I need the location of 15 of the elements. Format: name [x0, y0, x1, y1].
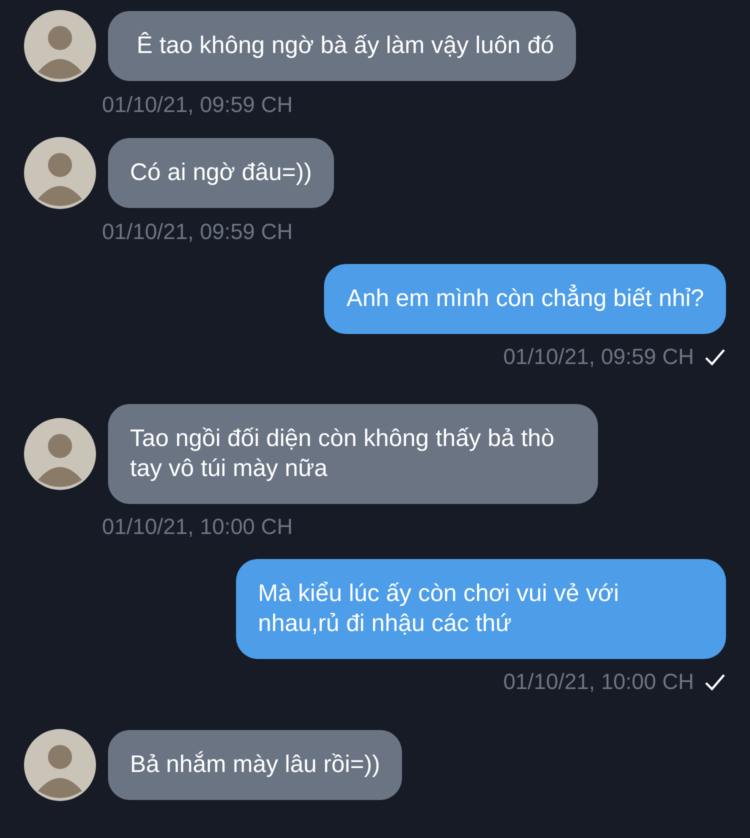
message-bubble: Tao ngồi đối diện còn không thấy bả thò tay vô túi mày nữa — [108, 404, 598, 504]
message-bubble: Bả nhắm mày lâu rồi=)) — [108, 730, 402, 800]
avatar-icon — [24, 729, 96, 801]
message-bubble: Có ai ngờ đâu=)) — [108, 138, 334, 208]
avatar-icon — [24, 137, 96, 209]
message-bubble: Ê tao không ngờ bà ấy làm vậy luôn đó — [108, 11, 576, 81]
timestamp: 01/10/21, 10:00 CH — [503, 669, 694, 695]
message-bubble: Mà kiểu lúc ấy còn chơi vui vẻ với nhau,rủ đi nhậu các thứ — [236, 559, 726, 659]
avatar-icon — [24, 10, 96, 82]
timestamp: 01/10/21, 09:59 CH — [102, 92, 293, 118]
message-bubble: Anh em mình còn chẳng biết nhỉ? — [324, 264, 726, 334]
timestamp: 01/10/21, 10:00 CH — [102, 514, 293, 540]
avatar-icon — [24, 418, 96, 490]
timestamp: 01/10/21, 09:59 CH — [102, 219, 293, 245]
timestamp: 01/10/21, 09:59 CH — [503, 344, 694, 370]
